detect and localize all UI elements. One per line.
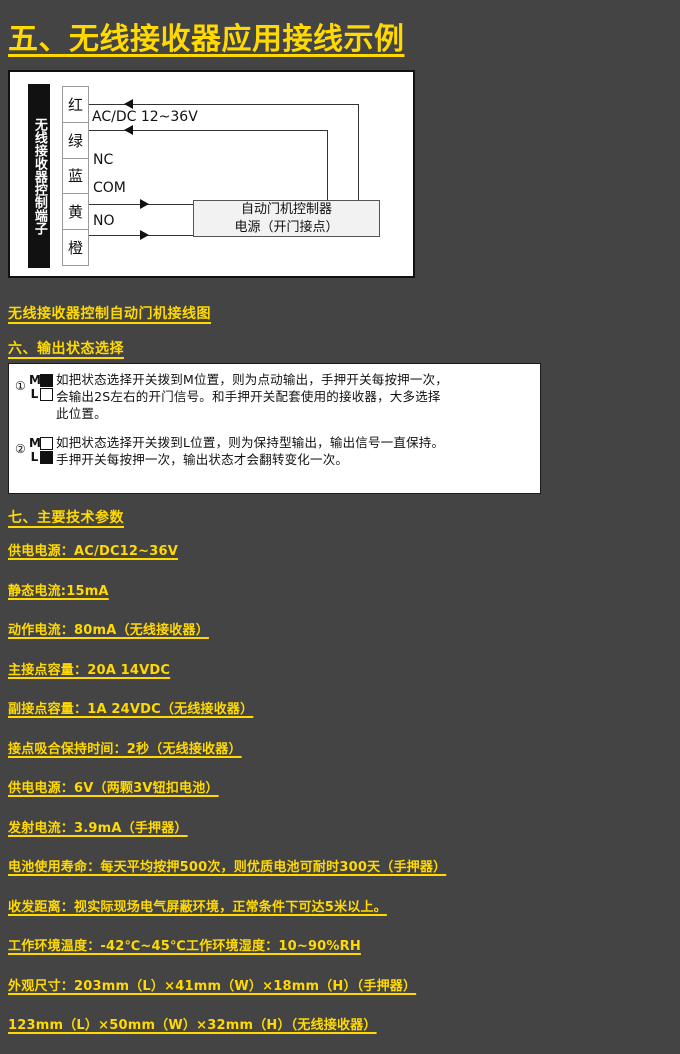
spec-line: 供电电源：AC/DC12~36V (8, 544, 179, 559)
output-state-text-1-line-2: 会输出2S左右的开门信号。和手押开关配套使用的接收器，大多选择 (56, 389, 441, 404)
terminal-cell-red: 红 (63, 87, 88, 123)
spec-line: 外观尺寸：203mm（L）×41mm（W）×18mm（H）（手押器） (8, 978, 417, 994)
spec-line: 123mm（L）×50mm（W）×32mm（H）（无线接收器） (8, 1018, 377, 1033)
wire-red-arrow-icon (124, 99, 133, 109)
terminal-name-box: 无线接收器控制端子 (28, 84, 50, 268)
page-title: 五、无线接收器应用接线示例 (8, 22, 405, 57)
output-state-text-1-line-1: 如把状态选择开关拨到M位置，则为点动输出，手押开关每按押一次， (56, 372, 448, 387)
switch-label-m-1: M (29, 373, 41, 387)
switch-row-m-2: M (29, 436, 53, 450)
switch-row-l-2: L (29, 450, 53, 464)
spec-line: 工作环境温度：-42℃~45℃工作环境湿度：10~90%RH (8, 939, 361, 954)
output-state-text-2-line-1: 如把状态选择开关拨到L位置，则为保持型输出，输出信号一直保持。 (56, 435, 445, 450)
wire-no-arrow-icon (140, 230, 149, 240)
spec-list: 供电电源：AC/DC12~36V 静态电流:15mA 动作电流：80mA（无线接… (8, 540, 672, 1054)
door-controller-line-1: 自动门机控制器 (240, 201, 332, 217)
output-state-item-2: ② M L 如把状态选择开关拨到L位置，则为保持型输出，输出信号一直保持。 手押… (15, 434, 534, 468)
spec-line: 副接点容量：1A 24VDC（无线接收器） (8, 702, 254, 717)
door-controller-box: 自动门机控制器 电源（开门接点） (193, 200, 380, 237)
spec-line: 动作电流：80mA（无线接收器） (8, 623, 209, 638)
diagram-caption: 无线接收器控制自动门机接线图 (8, 306, 211, 322)
terminal-name-label: 无线接收器控制端子 (31, 117, 47, 235)
section-six-title: 六、输出状态选择 (8, 341, 124, 357)
terminal-cell-orange: 橙 (67, 239, 83, 258)
switch-label-l-2: L (30, 450, 39, 464)
wire-label-com: COM (93, 180, 126, 196)
output-state-panel: ① M L 如把状态选择开关拨到M位置，则为点动输出，手押开关每按押一次， 会输… (8, 363, 541, 494)
switch-cell-m-2 (40, 436, 53, 450)
wire-label-nc: NC (93, 152, 114, 168)
wire-green-vertical (327, 130, 328, 200)
switch-cell-l-1 (40, 387, 53, 401)
mode-switch-icon-1: M L (29, 371, 53, 401)
wiring-diagram-canvas: 无线接收器控制端子 红 绿 蓝 黄 橙 AC/DC 12~36V NC COM … (10, 72, 413, 276)
door-controller-line-2: 电源（开门接点） (234, 219, 339, 235)
wire-red-vertical (358, 104, 359, 200)
output-state-text-2-line-2: 手押开关每按押一次，输出状态才会翻转变化一次。 (56, 452, 349, 467)
output-state-item-1: ① M L 如把状态选择开关拨到M位置，则为点动输出，手押开关每按押一次， 会输… (15, 371, 534, 422)
wire-label-power: AC/DC 12~36V (92, 109, 198, 125)
spec-line: 供电电源：6V（两颗3V钮扣电池） (8, 781, 219, 796)
output-state-text-2: 如把状态选择开关拨到L位置，则为保持型输出，输出信号一直保持。 手押开关每按押一… (56, 434, 444, 468)
spec-line: 收发距离：视实际现场电气屏蔽环境，正常条件下可达5米以上。 (8, 899, 387, 915)
spec-line: 电池使用寿命：每天平均按押500次，则优质电池可耐时300天（手押器） (8, 860, 447, 875)
wire-com-arrow-icon (140, 199, 149, 209)
spec-line: 主接点容量：20A 14VDC (8, 662, 171, 678)
output-state-text-1-line-3: 此位置。 (56, 406, 107, 421)
switch-cell-l-2 (40, 450, 53, 464)
spec-line: 发射电流：3.9mA（手押器） (8, 820, 188, 836)
terminal-cell-yellow: 黄 (63, 194, 88, 231)
terminal-cell-blue: 蓝 (63, 159, 88, 195)
switch-label-l-1: L (30, 387, 39, 401)
wire-label-no: NO (93, 213, 115, 229)
section-seven-title: 七、主要技术参数 (8, 510, 124, 526)
switch-row-l-1: L (29, 387, 53, 401)
output-state-text-1: 如把状态选择开关拨到M位置，则为点动输出，手押开关每按押一次， 会输出2S左右的… (56, 371, 448, 422)
switch-row-m-1: M (29, 373, 53, 387)
switch-label-m-2: M (29, 436, 41, 450)
output-state-index-1: ① (15, 379, 26, 393)
spec-line: 接点吸合保持时间：2秒（无线接收器） (8, 741, 242, 757)
terminal-cell-green: 绿 (63, 123, 88, 159)
switch-cell-m-1 (40, 373, 53, 387)
output-state-index-2: ② (15, 442, 26, 456)
spec-line: 静态电流:15mA (8, 583, 109, 599)
wiring-diagram-panel: 无线接收器控制端子 红 绿 蓝 黄 橙 AC/DC 12~36V NC COM … (8, 70, 415, 278)
wire-green-arrow-icon (124, 125, 133, 135)
mode-switch-icon-2: M L (29, 434, 53, 464)
terminal-block: 红 绿 蓝 黄 橙 (62, 86, 89, 266)
